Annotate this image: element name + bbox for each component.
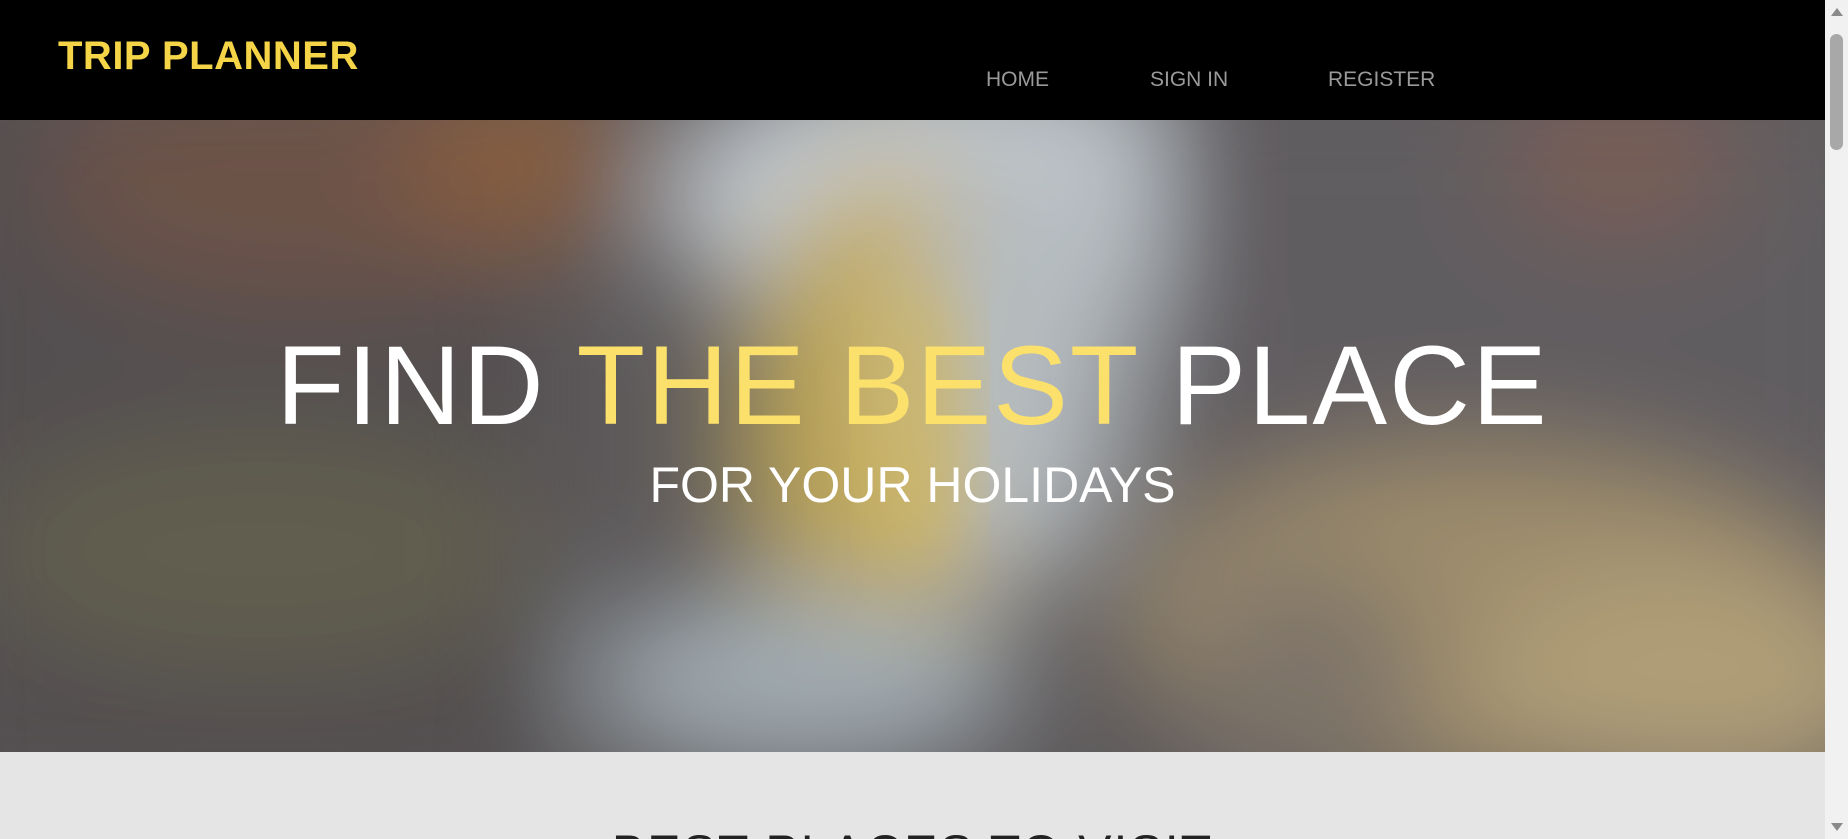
triangle-up-icon[interactable] (1825, 2, 1848, 22)
nav-register-link[interactable]: REGISTER (1328, 68, 1435, 92)
page: TRIP PLANNER HOME SIGN IN REGISTER FIND … (0, 0, 1825, 839)
hero-title: FIND THE BEST PLACE (0, 330, 1825, 442)
navbar: TRIP PLANNER HOME SIGN IN REGISTER (0, 0, 1825, 120)
hero-title-part1: FIND (276, 323, 577, 448)
hero-title-part2: PLACE (1138, 323, 1549, 448)
hero-subtitle: FOR YOUR HOLIDAYS (649, 457, 1176, 513)
hero-title-accent: THE BEST (576, 323, 1139, 448)
section-title: BEST PLACES TO VISIT (0, 828, 1825, 839)
browser-viewport: TRIP PLANNER HOME SIGN IN REGISTER FIND … (0, 0, 1848, 839)
vertical-scrollbar[interactable] (1825, 0, 1848, 839)
nav-home-link[interactable]: HOME (986, 68, 1049, 92)
scrollbar-thumb[interactable] (1830, 34, 1843, 150)
brand-logo[interactable]: TRIP PLANNER (58, 34, 359, 79)
places-section: BEST PLACES TO VISIT (0, 752, 1825, 839)
hero-banner: FIND THE BEST PLACE FOR YOUR HOLIDAYS (0, 120, 1825, 752)
triangle-down-icon[interactable] (1825, 817, 1848, 837)
nav-signin-link[interactable]: SIGN IN (1150, 68, 1228, 92)
